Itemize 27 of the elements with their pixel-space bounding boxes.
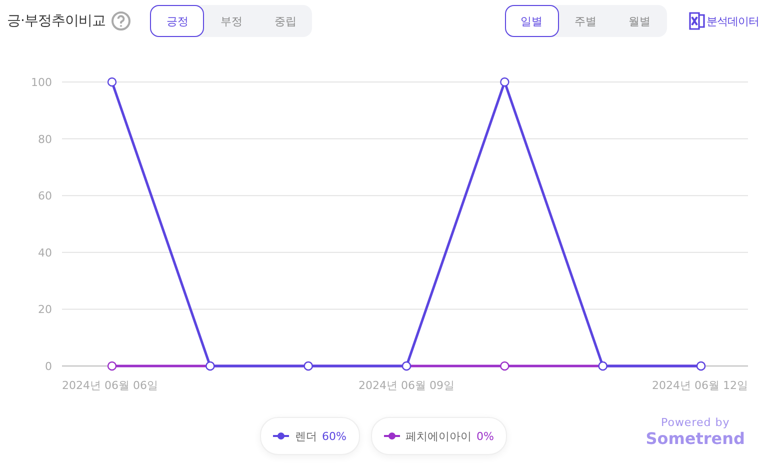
sentiment-tab[interactable]: 긍정 <box>150 5 204 37</box>
sentiment-tab[interactable]: 중립 <box>258 5 312 37</box>
y-axis-label: 0 <box>45 360 52 373</box>
legend-label: 페치에이아이 <box>406 428 472 444</box>
y-axis-label: 80 <box>38 132 52 146</box>
period-tab[interactable]: 월별 <box>612 5 666 37</box>
help-icon[interactable] <box>111 11 132 31</box>
powered-by-text: Powered by <box>660 416 730 429</box>
y-axis-label: 100 <box>31 76 52 89</box>
legend-share: 60% <box>322 430 346 442</box>
period-tab[interactable]: 일별 <box>504 5 558 37</box>
y-axis-label: 40 <box>38 246 52 260</box>
y-axis-label: 60 <box>38 190 52 203</box>
legend-share: 0% <box>476 430 494 442</box>
x-axis-label: 2024년 06월 12일 <box>652 379 748 392</box>
sentiment-tab[interactable]: 부정 <box>204 5 258 37</box>
section-title: 긍·부정추이비교 <box>7 12 106 30</box>
y-axis-label: 20 <box>38 303 52 316</box>
legend-item[interactable]: 렌더 60% <box>260 417 360 455</box>
spreadsheet-icon <box>688 11 704 31</box>
export-link[interactable]: 분석데이터 <box>688 11 759 31</box>
legend-label: 렌더 <box>295 428 318 444</box>
legend-item[interactable]: 페치에이아이 0% <box>370 417 507 455</box>
brand-logo: Sometrend <box>646 429 745 448</box>
x-axis-label: 2024년 06월 09일 <box>358 379 454 392</box>
x-axis-label: 2024년 06월 06일 <box>62 379 158 392</box>
period-tab[interactable]: 주별 <box>558 5 612 37</box>
